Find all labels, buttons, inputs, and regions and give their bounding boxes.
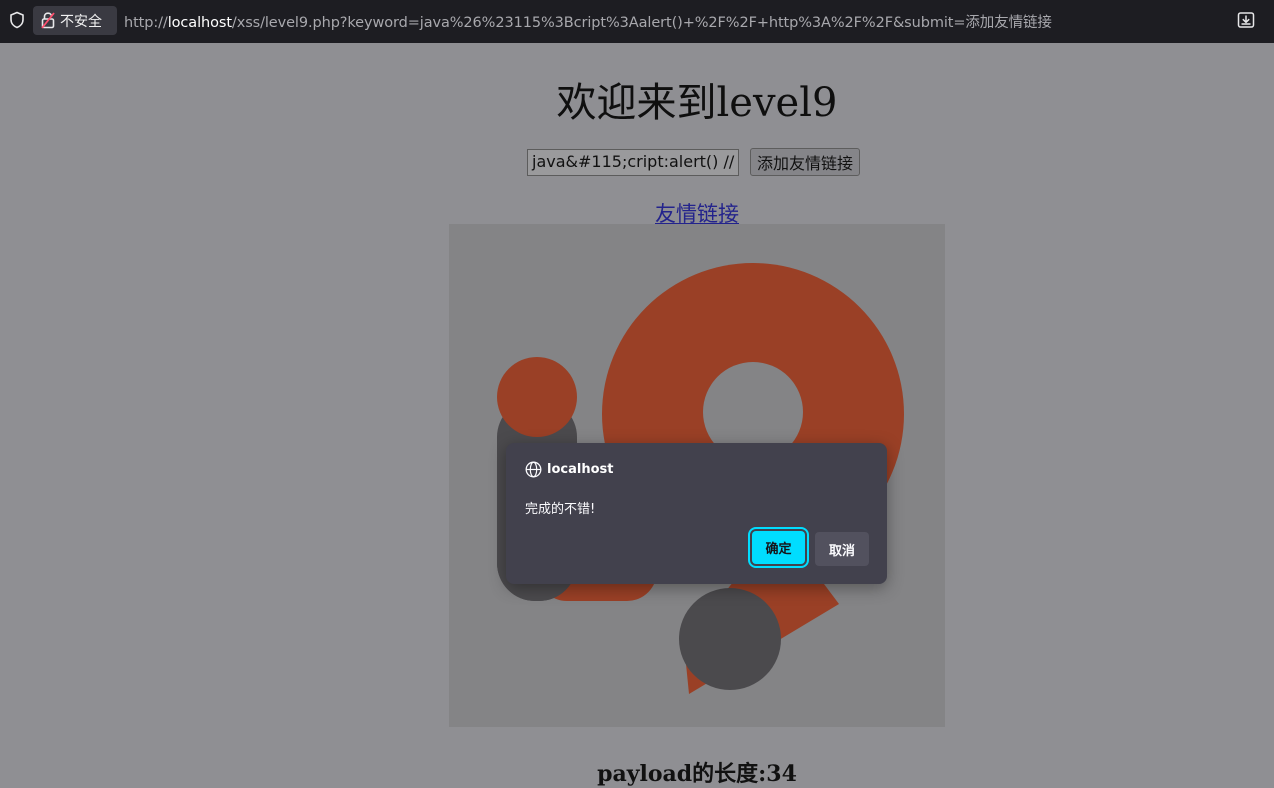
page-title: 欢迎来到level9: [556, 80, 838, 126]
site-security-indicator[interactable]: 不安全: [33, 6, 117, 35]
url-path: /xss/level9.php?keyword=java%26%23115%3B…: [231, 15, 1052, 31]
dialog-header: localhost: [525, 461, 613, 478]
add-friend-link-button[interactable]: 添加友情链接: [750, 148, 861, 176]
ok-button[interactable]: 确定: [748, 527, 809, 568]
keyword-form: java&#115;cript:alert() // http:// 添加友情链…: [527, 148, 861, 176]
url-host: localhost: [167, 15, 232, 31]
download-icon[interactable]: [1237, 11, 1255, 29]
url-scheme: http://: [124, 15, 168, 31]
globe-icon: [525, 461, 542, 478]
alert-dialog: localhost 完成的不错! 确定 取消: [506, 443, 887, 584]
payload-length-text: payload的长度:34: [597, 761, 797, 787]
keyword-input[interactable]: java&#115;cript:alert() // http://: [527, 148, 739, 176]
tracking-shield-icon[interactable]: [8, 11, 26, 29]
insecure-lock-icon: [41, 12, 55, 29]
dialog-origin: localhost: [547, 462, 614, 477]
browser-toolbar: 不安全 http://localhost/xss/level9.php?keyw…: [0, 0, 1274, 43]
address-bar[interactable]: http://localhost/xss/level9.php?keyword=…: [124, 11, 1052, 32]
dialog-message: 完成的不错!: [525, 502, 596, 517]
cancel-button[interactable]: 取消: [815, 532, 869, 566]
security-label: 不安全: [60, 13, 102, 30]
